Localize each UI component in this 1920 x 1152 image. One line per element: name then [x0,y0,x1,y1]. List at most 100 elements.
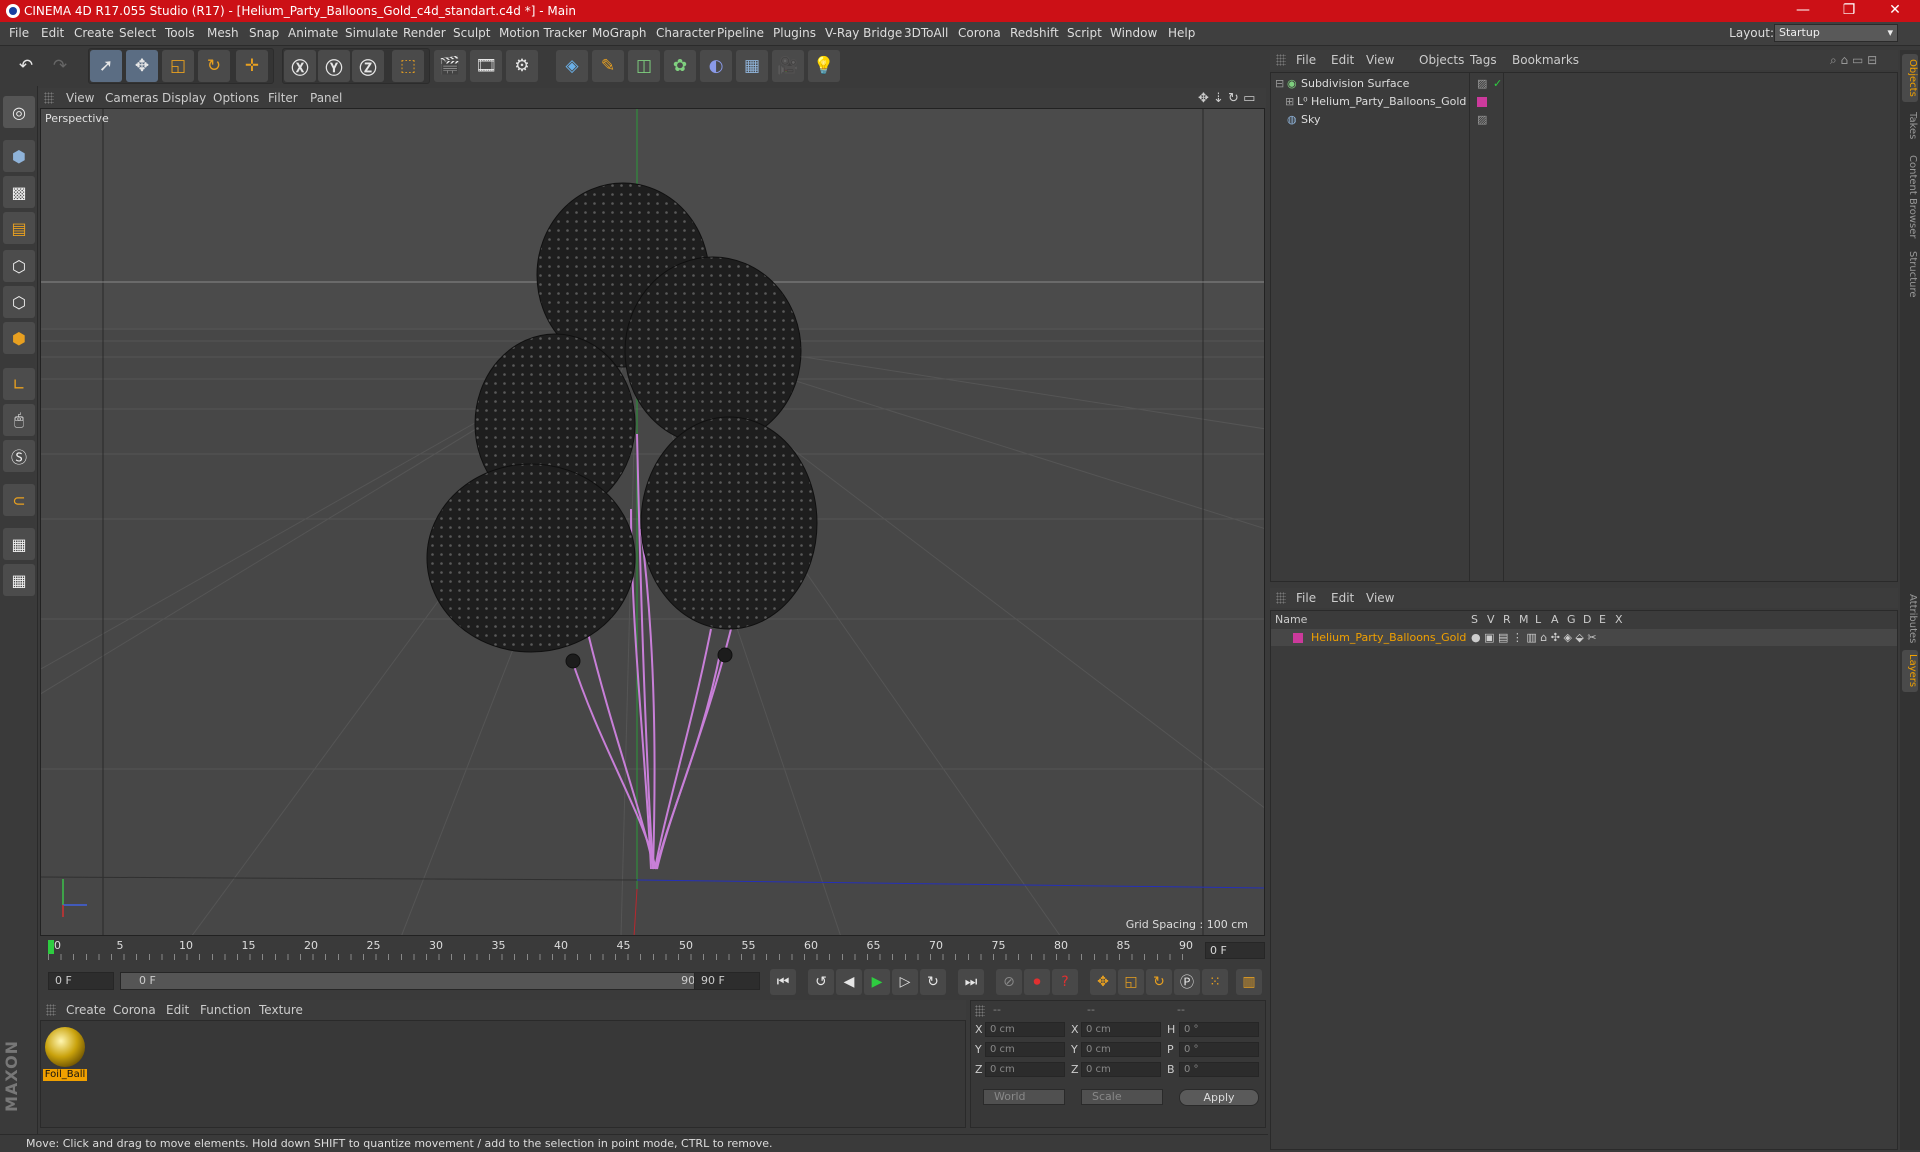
material-menu-texture[interactable]: Texture [259,1003,303,1017]
play-forward-icon[interactable]: ▶ [864,969,890,995]
apply-button[interactable]: Apply [1179,1089,1259,1106]
viewport-menu-cameras[interactable]: Cameras [105,91,158,105]
rotation-b-field[interactable]: 0 ° [1179,1062,1259,1077]
viewport-menu-display[interactable]: Display [162,91,206,105]
object-row-balloons[interactable]: ⊞ L⁰ Helium_Party_Balloons_Gold [1271,93,1897,111]
start-frame-field[interactable]: 0 F [48,972,114,990]
menu-simulate[interactable]: Simulate [345,26,398,40]
previous-key-icon[interactable]: ↺ [808,969,834,995]
cube-object-icon[interactable]: ◈ [556,50,588,82]
key-position-icon[interactable]: ✥ [1090,969,1116,995]
position-x-field[interactable]: 0 cm [985,1022,1065,1037]
viewport-menu-panel[interactable]: Panel [310,91,342,105]
menu-script[interactable]: Script [1067,26,1102,40]
layer-name[interactable]: Helium_Party_Balloons_Gold [1311,629,1466,646]
tweak-mode-icon[interactable]: 🖱 [3,404,35,436]
menu-character[interactable]: Character [656,26,715,40]
current-frame-field[interactable]: 0 F [1205,942,1265,959]
coordinate-mode-select[interactable]: World [983,1089,1065,1105]
workplane-lock-icon[interactable]: ▦ [3,528,35,560]
enabled-check-icon[interactable]: ✓ [1493,75,1502,93]
menu-tools[interactable]: Tools [165,26,195,40]
key-rotation-icon[interactable]: ↻ [1146,969,1172,995]
menu-help[interactable]: Help [1168,26,1195,40]
timeline-window-icon[interactable]: ▥ [1236,969,1262,995]
object-menu-file[interactable]: File [1296,53,1316,67]
make-editable-icon[interactable]: ◎ [3,96,35,128]
light-icon[interactable]: 💡 [808,50,840,82]
render-picture-viewer-icon[interactable]: 🎞 [470,50,502,82]
pen-spline-icon[interactable]: ✎ [592,50,624,82]
object-menu-tags[interactable]: Tags [1470,53,1497,67]
key-parameter-icon[interactable]: Ⓟ [1174,969,1200,995]
autokeying-icon[interactable]: ? [1052,969,1078,995]
layer-menu-view[interactable]: View [1366,591,1394,605]
menu-plugins[interactable]: Plugins [773,26,816,40]
subdivision-surface-icon[interactable]: ◫ [628,50,660,82]
size-x-field[interactable]: 0 cm [1081,1022,1161,1037]
menu-mesh[interactable]: Mesh [207,26,239,40]
live-selection-icon[interactable]: ➚ [90,50,122,82]
perspective-viewport[interactable]: Perspective Grid Spacing : 100 cm [40,108,1265,936]
snap-icon[interactable]: ⊂ [3,484,35,516]
points-mode-icon[interactable]: ⬡ [3,250,35,282]
menu-corona[interactable]: Corona [958,26,1001,40]
edges-mode-icon[interactable]: ⬡ [3,286,35,318]
viewport-menu-filter[interactable]: Filter [268,91,298,105]
render-settings-icon[interactable]: ⚙ [506,50,538,82]
layout-select[interactable]: Startup [1774,24,1898,42]
object-manager-search-icon[interactable]: ⌕ ⌂ ▭ ⊟ [1830,53,1877,68]
expand-icon[interactable]: ⊞ [1285,93,1294,111]
viewport-menu-options[interactable]: Options [213,91,259,105]
material-menu-edit[interactable]: Edit [166,1003,189,1017]
size-mode-select[interactable]: Scale [1081,1089,1163,1105]
size-y-field[interactable]: 0 cm [1081,1042,1161,1057]
motion-record-icon[interactable]: ⊘ [996,969,1022,995]
object-menu-edit[interactable]: Edit [1331,53,1354,67]
menu-animate[interactable]: Animate [288,26,338,40]
render-view-icon[interactable]: 🎬 [434,50,466,82]
camera-icon[interactable]: 🎥 [772,50,804,82]
viewport-navigation-icon[interactable]: ✥ ⇣ ↻ ▭ [1198,91,1255,106]
minimize-button[interactable]: — [1780,0,1826,22]
axis-mode-icon[interactable]: ∟ [3,368,35,400]
cloner-icon[interactable]: ✿ [664,50,696,82]
floor-icon[interactable]: ▦ [736,50,768,82]
key-pla-icon[interactable]: ⁙ [1202,969,1228,995]
menu-select[interactable]: Select [119,26,156,40]
solo-mode-icon[interactable]: Ⓢ [3,440,35,472]
go-to-end-icon[interactable]: ⏭ [958,969,984,995]
frame-range-slider[interactable]: 0 F 90 F [120,972,720,990]
key-scale-icon[interactable]: ◱ [1118,969,1144,995]
layer-color-swatch[interactable] [1477,97,1487,107]
rotation-p-field[interactable]: 0 ° [1179,1042,1259,1057]
menu-render[interactable]: Render [403,26,446,40]
rotate-tool-icon[interactable]: ↻ [198,50,230,82]
scale-tool-icon[interactable]: ◱ [162,50,194,82]
polygons-mode-icon[interactable]: ⬢ [3,322,35,354]
model-mode-icon[interactable]: ⬢ [3,140,35,172]
menu-pipeline[interactable]: Pipeline [717,26,764,40]
collapse-icon[interactable]: ⊟ [1275,75,1284,93]
menu-mograph[interactable]: MoGraph [592,26,647,40]
x-axis-lock-icon[interactable]: Ⓧ [284,50,316,82]
material-menu-corona[interactable]: Corona [113,1003,156,1017]
position-y-field[interactable]: 0 cm [985,1042,1065,1057]
tab-objects[interactable]: Objects [1902,54,1918,102]
go-to-start-icon[interactable]: ⏮ [770,969,796,995]
z-axis-lock-icon[interactable]: Ⓩ [352,50,384,82]
close-button[interactable]: ✕ [1872,0,1918,22]
menu-motion-tracker[interactable]: Motion Tracker [499,26,587,40]
end-frame-field[interactable]: 90 F [694,972,760,990]
record-active-objects-icon[interactable]: ⏺ [1024,969,1050,995]
object-menu-objects[interactable]: Objects [1419,53,1464,67]
layer-row[interactable]: Helium_Party_Balloons_Gold ● ▣ ▤ ⋮ ▥ ⌂ ✣… [1271,629,1897,646]
previous-frame-icon[interactable]: ◀ [836,969,862,995]
maximize-button[interactable]: ❐ [1826,0,1872,22]
object-menu-view[interactable]: View [1366,53,1394,67]
layer-color-swatch[interactable] [1293,633,1303,643]
tab-structure[interactable]: Structure [1902,246,1918,302]
texture-mode-icon[interactable]: ▩ [3,176,35,208]
transform-tool-icon[interactable]: ✛ [236,50,268,82]
tab-attributes[interactable]: Attributes [1902,590,1918,648]
